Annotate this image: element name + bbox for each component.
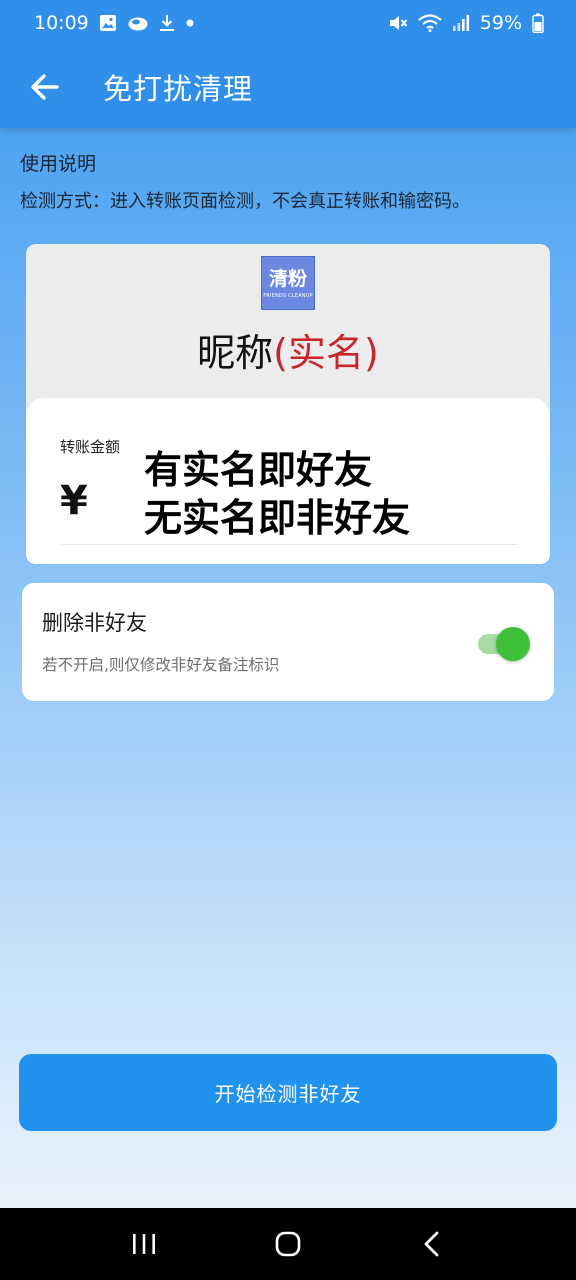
- preview-card: 清粉 FRIENDS CLEANUP 昵称(实名) 转账金额 ¥ 有实名即好友 …: [26, 244, 550, 564]
- amount-label: 转账金额: [60, 438, 121, 456]
- battery-percent: 59%: [479, 12, 522, 34]
- amount-underline: [60, 544, 518, 545]
- page-title: 免打扰清理: [103, 72, 254, 106]
- nickname-line: 昵称(实名): [26, 326, 550, 380]
- wifi-icon: [418, 14, 442, 32]
- instructions-section: 使用说明 检测方式：进入转账页面检测，不会真正转账和输密码。: [20, 148, 560, 218]
- home-icon: [275, 1231, 301, 1257]
- recents-button[interactable]: [114, 1214, 174, 1274]
- battery-icon: [532, 13, 544, 33]
- back-icon: [424, 1231, 439, 1257]
- arrow-left-icon: [31, 74, 59, 100]
- instructions-text: 检测方式：进入转账页面检测，不会真正转账和输密码。: [20, 191, 470, 212]
- status-bar-left: 10:09: [34, 12, 195, 34]
- gallery-icon: [99, 14, 117, 32]
- dot-icon: [185, 18, 195, 28]
- logo-subtext: FRIENDS CLEANUP: [263, 292, 313, 299]
- instructions-heading: 使用说明: [20, 153, 97, 175]
- currency-symbol: ¥: [60, 478, 88, 524]
- signal-icon: [452, 14, 470, 32]
- mute-icon: [388, 14, 408, 32]
- download-icon: [159, 14, 175, 32]
- delete-non-friends-switch[interactable]: [476, 625, 532, 661]
- realname-text: (实名): [273, 331, 379, 375]
- status-time: 10:09: [34, 12, 89, 34]
- start-detection-button[interactable]: 开始检测非好友: [19, 1054, 557, 1131]
- app-bar: 免打扰清理: [0, 46, 576, 128]
- status-bar-right: 59%: [388, 12, 544, 34]
- back-button[interactable]: [0, 46, 90, 128]
- app-logo: 清粉 FRIENDS CLEANUP: [261, 256, 315, 310]
- status-bar: 10:09 59%: [0, 0, 576, 46]
- recents-icon: [133, 1234, 155, 1254]
- overlay-line-1: 有实名即好友: [144, 448, 373, 492]
- nav-back-button[interactable]: [402, 1214, 462, 1274]
- explanation-overlay: 有实名即好友 无实名即非好友: [144, 446, 410, 542]
- logo-text: 清粉: [268, 267, 307, 290]
- system-nav-bar: [0, 1208, 576, 1280]
- delete-option-card: 删除非好友 若不开启,则仅修改非好友备注标识: [22, 583, 554, 701]
- nickname-text: 昵称: [197, 331, 274, 375]
- home-button[interactable]: [258, 1214, 318, 1274]
- transfer-panel: 转账金额 ¥ 有实名即好友 无实名即非好友: [26, 398, 550, 564]
- overlay-line-2: 无实名即非好友: [144, 496, 411, 540]
- cloud-icon: [127, 14, 149, 32]
- delete-option-title: 删除非好友: [42, 611, 147, 635]
- switch-thumb: [496, 627, 530, 661]
- delete-option-description: 若不开启,则仅修改非好友备注标识: [42, 656, 280, 674]
